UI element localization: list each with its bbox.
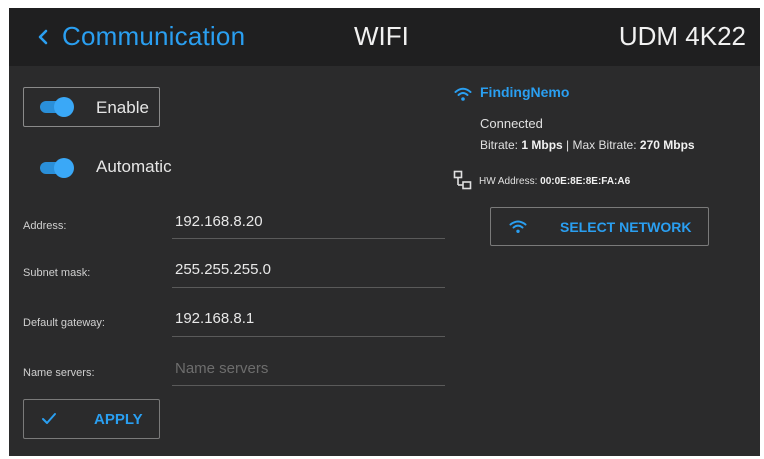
- subnet-mask-underline: [172, 287, 445, 288]
- chevron-left-icon[interactable]: [35, 28, 51, 46]
- bitrate-label: Bitrate:: [480, 138, 519, 152]
- address-label: Address:: [23, 220, 67, 232]
- switch-knob: [54, 158, 74, 178]
- select-network-label: SELECT NETWORK: [560, 219, 692, 235]
- default-gateway-field[interactable]: 192.168.8.1: [175, 310, 254, 327]
- default-gateway-underline: [172, 336, 445, 337]
- bitrate-info: Bitrate: 1 Mbps | Max Bitrate: 270 Mbps: [480, 138, 695, 152]
- address-field[interactable]: 192.168.8.20: [175, 213, 263, 230]
- subnet-mask-label: Subnet mask:: [23, 267, 91, 279]
- apply-label: APPLY: [94, 411, 143, 428]
- network-ssid: FindingNemo: [480, 84, 570, 100]
- hw-address-info: HW Address: 00:0E:8E:8E:FA:A6: [479, 176, 630, 187]
- apply-button[interactable]: APPLY: [23, 399, 160, 439]
- wifi-icon: [509, 220, 527, 233]
- name-servers-label: Name servers:: [23, 367, 95, 379]
- name-servers-underline: [172, 385, 445, 386]
- enable-switch[interactable]: [40, 97, 74, 117]
- hw-address-value: 00:0E:8E:8E:FA:A6: [540, 176, 631, 187]
- device-name: UDM 4K22: [618, 21, 746, 51]
- network-adapter-icon: [453, 170, 472, 190]
- enable-label: Enable: [96, 98, 149, 117]
- select-network-button[interactable]: SELECT NETWORK: [490, 207, 709, 246]
- page-title: WIFI: [354, 21, 409, 51]
- header-bar: Communication WIFI UDM 4K22: [9, 8, 760, 66]
- enable-toggle-button[interactable]: Enable: [23, 87, 160, 127]
- wifi-settings-screen: Communication WIFI UDM 4K22 Enable Autom…: [9, 8, 760, 456]
- back-button[interactable]: Communication: [62, 21, 245, 52]
- max-bitrate-label: Max Bitrate:: [572, 138, 637, 152]
- address-underline: [172, 238, 445, 239]
- automatic-switch[interactable]: [40, 158, 74, 178]
- automatic-label: Automatic: [96, 157, 172, 176]
- hw-address-label: HW Address:: [479, 176, 538, 187]
- default-gateway-label: Default gateway:: [23, 317, 105, 329]
- checkmark-icon: [42, 413, 56, 424]
- connection-status: Connected: [480, 116, 543, 131]
- switch-knob: [54, 97, 74, 117]
- wifi-icon: [454, 87, 472, 101]
- subnet-mask-field[interactable]: 255.255.255.0: [175, 261, 271, 278]
- max-bitrate-value: 270 Mbps: [639, 138, 695, 152]
- bitrate-separator: |: [566, 138, 570, 152]
- name-servers-field[interactable]: Name servers: [175, 360, 268, 377]
- bitrate-value: 1 Mbps: [521, 138, 563, 152]
